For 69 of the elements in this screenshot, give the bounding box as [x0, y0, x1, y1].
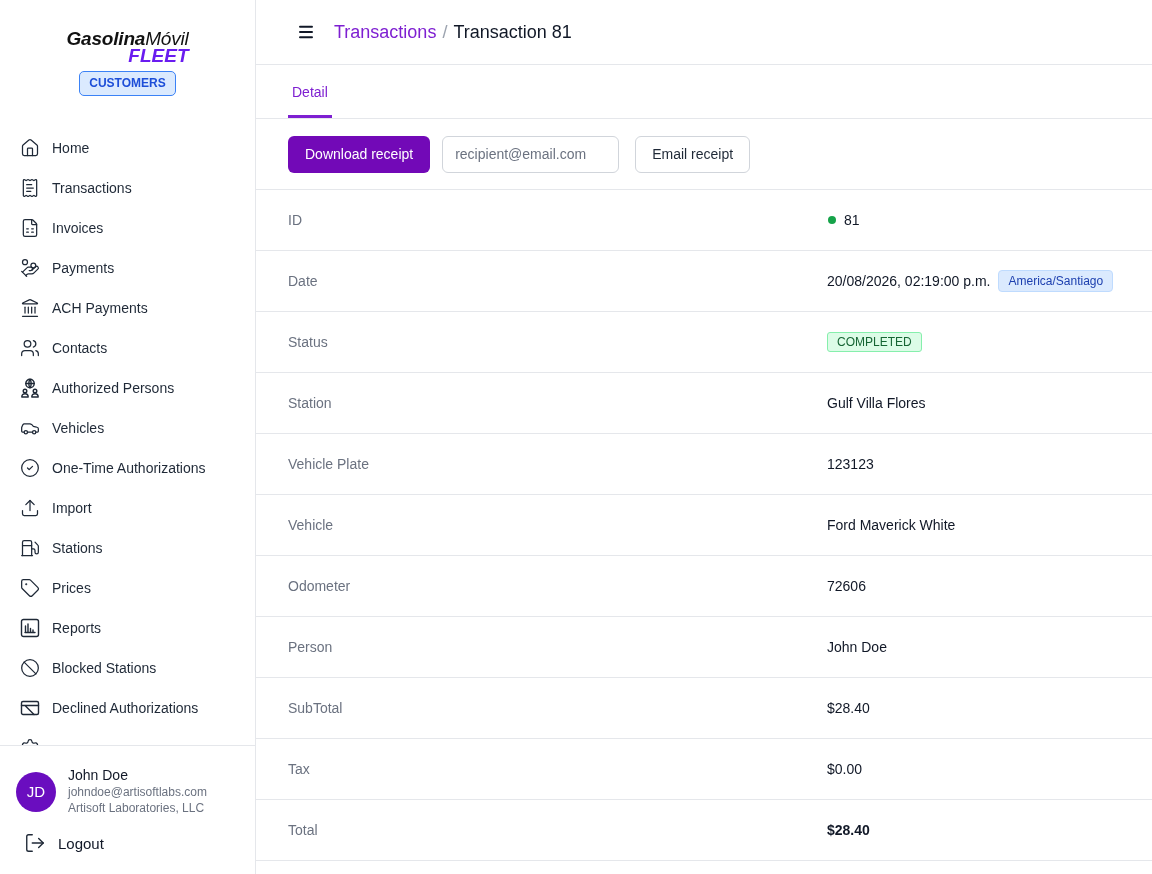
- breadcrumb-link[interactable]: Transactions: [334, 21, 437, 43]
- nav-item[interactable]: Home: [0, 128, 255, 168]
- nav-item[interactable]: Authorized Persons: [0, 368, 255, 408]
- house-icon: [20, 138, 40, 158]
- people-icon: [20, 338, 40, 358]
- nav-item[interactable]: Invoices: [0, 208, 255, 248]
- email-input[interactable]: recipient@email.com: [442, 135, 620, 173]
- logo-product-name: FLEET: [128, 47, 189, 65]
- detail-label: Odometer: [288, 578, 351, 594]
- nav-item[interactable]: Blocked Stations: [0, 648, 255, 688]
- fuel-pump-icon: [20, 538, 40, 558]
- detail-value: $28.40: [827, 700, 870, 716]
- upload-icon: [20, 498, 40, 518]
- logo-wordmark: GasolinaMóvil: [66, 29, 189, 49]
- nav-item[interactable]: Contacts: [0, 328, 255, 368]
- nav-item[interactable]: Reports: [0, 608, 255, 648]
- user-name: John Doe: [68, 767, 128, 784]
- globe-people-icon: [20, 378, 40, 398]
- nav-item[interactable]: Payments: [0, 248, 255, 288]
- bar-chart-icon: [20, 618, 40, 638]
- hand-coins-icon: [20, 258, 40, 278]
- detail-value: 20/08/2026, 02:19:00 p.m.: [827, 273, 991, 289]
- status-badge: COMPLETED: [827, 332, 922, 352]
- menu-icon: [297, 23, 315, 41]
- detail-value: Ford Maverick White: [827, 517, 956, 533]
- detail-value: 123123: [827, 456, 874, 472]
- ban-icon: [20, 658, 40, 678]
- nav-item[interactable]: ACH Payments: [0, 288, 255, 328]
- user-company: Artisoft Laboratories, LLC: [68, 800, 205, 816]
- detail-value: Gulf Villa Flores: [827, 395, 926, 411]
- portal-badge: CUSTOMERS: [79, 71, 176, 96]
- check-circle-icon: [20, 458, 40, 478]
- detail-label: SubTotal: [288, 700, 343, 716]
- nav-item[interactable]: One-Time Authorizations: [0, 448, 255, 488]
- user-email: johndoe@artisoftlabs.com: [68, 784, 207, 800]
- tab[interactable]: Detail: [288, 65, 332, 118]
- logout-icon: [24, 832, 46, 854]
- detail-value: 72606: [827, 578, 866, 594]
- receipt-icon: [20, 178, 40, 198]
- detail-value: John Doe: [827, 639, 887, 655]
- page-title: Transaction 81: [453, 21, 572, 43]
- tag-icon: [20, 578, 40, 598]
- nav-item[interactable]: Stations: [0, 528, 255, 568]
- nav-item[interactable]: Import: [0, 488, 255, 528]
- detail-label: Vehicle: [288, 517, 334, 533]
- detail-label: Vehicle Plate: [288, 456, 369, 472]
- detail-label: Date: [288, 273, 318, 289]
- bank-icon: [20, 298, 40, 318]
- spreadsheet-file-icon: [20, 218, 40, 238]
- detail-label: Total: [288, 822, 318, 838]
- card-slash-icon: [20, 698, 40, 718]
- detail-label: Station: [288, 395, 332, 411]
- email-receipt-button[interactable]: Email receipt: [635, 135, 751, 173]
- user-avatar: JD: [16, 771, 56, 812]
- detail-label: Tax: [288, 761, 310, 777]
- nav-item[interactable]: Vehicles: [0, 408, 255, 448]
- detail-value: $28.40: [827, 822, 870, 838]
- nav-item[interactable]: Declined Authorizations: [0, 688, 255, 728]
- detail-value: 81: [844, 212, 860, 228]
- breadcrumb-separator: /: [442, 21, 448, 43]
- timezone-badge: America/Santiago: [998, 270, 1114, 292]
- detail-label: Status: [288, 334, 328, 350]
- nav-item[interactable]: Transactions: [0, 168, 255, 208]
- detail-label: Person: [288, 639, 333, 655]
- download-receipt-button[interactable]: Download receipt: [288, 135, 431, 173]
- detail-label: ID: [288, 212, 302, 228]
- detail-value: $0.00: [827, 761, 863, 777]
- nav-item[interactable]: Prices: [0, 568, 255, 608]
- logout-button[interactable]: Logout: [22, 830, 106, 856]
